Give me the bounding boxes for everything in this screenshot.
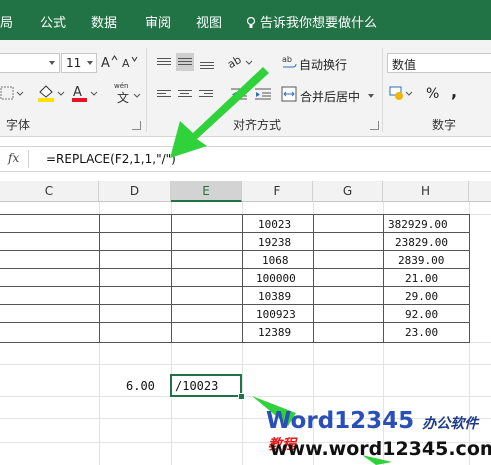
font-name-dropdown[interactable] bbox=[0, 53, 60, 73]
fill-handle[interactable] bbox=[238, 393, 245, 400]
watermark-word: Word bbox=[266, 408, 335, 434]
cell-f[interactable]: 10023 bbox=[258, 218, 291, 231]
cell-h[interactable]: 23829.00 bbox=[395, 236, 448, 249]
lightbulb-icon bbox=[246, 17, 256, 28]
align-center-icon[interactable] bbox=[178, 88, 192, 99]
font-color-icon[interactable]: A bbox=[70, 83, 100, 103]
decrease-indent-icon[interactable] bbox=[230, 86, 248, 102]
group-label-font: 字体 bbox=[6, 118, 31, 132]
watermark-logo: Word12345 办公软件教程 www.word12345.com bbox=[266, 408, 491, 462]
increase-indent-icon[interactable] bbox=[254, 86, 272, 102]
formula-bar: fx =REPLACE(F2,1,1,"/") bbox=[0, 146, 491, 172]
group-separator bbox=[146, 48, 147, 132]
tab-layout[interactable]: 局 bbox=[0, 12, 13, 31]
cell-h[interactable]: 21.00 bbox=[405, 272, 438, 285]
cell-f[interactable]: 10389 bbox=[258, 290, 291, 303]
svg-text:A: A bbox=[122, 57, 130, 70]
align-top-icon[interactable] bbox=[157, 56, 171, 67]
align-left-icon[interactable] bbox=[157, 88, 171, 99]
wrap-text-button[interactable]: 自动换行 bbox=[299, 56, 347, 73]
svg-text:ab: ab bbox=[282, 55, 292, 64]
orientation-icon[interactable]: ab bbox=[226, 53, 256, 71]
tab-view[interactable]: 视图 bbox=[196, 12, 222, 31]
increase-font-size-icon[interactable]: A bbox=[100, 54, 118, 70]
svg-text:ab: ab bbox=[226, 53, 244, 71]
font-size-value: 11 bbox=[66, 56, 82, 70]
number-format-value: 数值 bbox=[392, 58, 417, 72]
accounting-format-icon[interactable] bbox=[389, 84, 415, 102]
align-middle-icon[interactable] bbox=[176, 53, 194, 71]
decrease-font-size-icon[interactable]: A bbox=[121, 54, 139, 70]
fill-color-icon[interactable] bbox=[36, 83, 66, 103]
chevron-down-icon bbox=[87, 61, 93, 65]
svg-text:文: 文 bbox=[117, 90, 129, 105]
cell-h[interactable]: 92.00 bbox=[405, 308, 438, 321]
formula-input[interactable]: =REPLACE(F2,1,1,"/") bbox=[46, 152, 176, 166]
font-dialog-launcher-icon[interactable] bbox=[132, 121, 141, 130]
chevron-down-icon[interactable] bbox=[368, 94, 374, 98]
cell-f[interactable]: 12389 bbox=[258, 326, 291, 339]
borders-icon[interactable] bbox=[0, 85, 24, 101]
cell-d-value[interactable]: 6.00 bbox=[126, 379, 155, 393]
merge-center-button[interactable]: 合并后居中 bbox=[300, 88, 360, 105]
alignment-dialog-launcher-icon[interactable] bbox=[370, 121, 379, 130]
comma-style-button[interactable]: , bbox=[451, 82, 457, 101]
svg-text:A: A bbox=[73, 85, 82, 100]
group-label-number: 数字 bbox=[432, 118, 457, 132]
align-bottom-icon[interactable] bbox=[200, 60, 214, 71]
percent-style-button[interactable]: % bbox=[426, 86, 439, 102]
insert-function-icon[interactable]: fx bbox=[8, 151, 19, 165]
formula-divider bbox=[28, 150, 29, 168]
ribbon-tab-bar: 局 公式 数据 审阅 视图 告诉我你想要做什么 bbox=[0, 0, 491, 40]
column-header-h[interactable]: H bbox=[383, 181, 469, 202]
font-size-dropdown[interactable]: 11 bbox=[61, 53, 97, 73]
column-header-f[interactable]: F bbox=[242, 181, 313, 202]
cell-h[interactable]: 2839.00 bbox=[398, 254, 444, 267]
group-label-alignment: 对齐方式 bbox=[233, 118, 282, 132]
wrap-text-icon[interactable]: ab bbox=[281, 54, 297, 72]
svg-text:wén: wén bbox=[114, 82, 128, 90]
column-header-next[interactable] bbox=[469, 181, 491, 202]
cell-h[interactable]: 23.00 bbox=[405, 326, 438, 339]
phonetic-guide-icon[interactable]: wén 文 bbox=[112, 80, 142, 106]
tab-formulas[interactable]: 公式 bbox=[40, 12, 66, 31]
cell-f[interactable]: 1068 bbox=[262, 254, 289, 267]
tell-me-label: 告诉我你想要做什么 bbox=[260, 16, 378, 31]
cell-f[interactable]: 100000 bbox=[256, 272, 296, 285]
cell-h[interactable]: 29.00 bbox=[405, 290, 438, 303]
column-header-c[interactable]: C bbox=[0, 181, 99, 202]
chevron-down-icon bbox=[49, 61, 55, 65]
tell-me-search[interactable]: 告诉我你想要做什么 bbox=[246, 12, 377, 31]
svg-text:A: A bbox=[101, 56, 110, 70]
tab-review[interactable]: 审阅 bbox=[145, 12, 171, 31]
number-format-dropdown[interactable]: 数值 bbox=[387, 53, 491, 73]
group-separator bbox=[382, 48, 383, 132]
tab-data[interactable]: 数据 bbox=[91, 12, 117, 31]
active-cell-e[interactable]: /10023 bbox=[170, 374, 242, 397]
cell-f[interactable]: 19238 bbox=[258, 236, 291, 249]
watermark-tagline: 办公软件 bbox=[422, 416, 479, 432]
merge-center-icon[interactable] bbox=[281, 86, 297, 102]
column-header-d[interactable]: D bbox=[99, 181, 171, 202]
column-header-g[interactable]: G bbox=[313, 181, 383, 202]
watermark-url: www.word12345.com bbox=[270, 438, 491, 460]
column-header-e[interactable]: E bbox=[171, 181, 242, 202]
watermark-digits: 12345 bbox=[334, 408, 415, 434]
cell-h[interactable]: 382929.00 bbox=[388, 218, 448, 231]
align-right-icon[interactable] bbox=[199, 88, 213, 99]
cell-f[interactable]: 100923 bbox=[256, 308, 296, 321]
